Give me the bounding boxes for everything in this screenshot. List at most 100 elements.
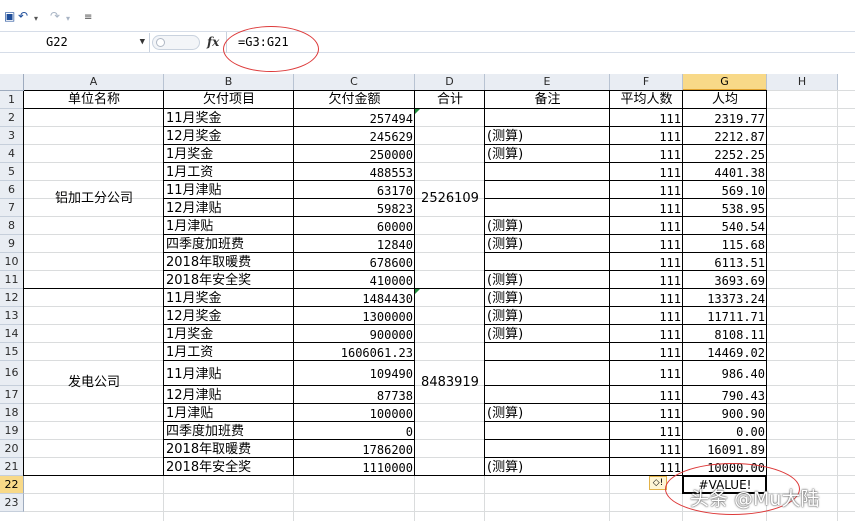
- headcount-cell[interactable]: 111: [610, 163, 683, 181]
- insert-function-icon[interactable]: fx: [207, 33, 219, 52]
- amount-cell[interactable]: 100000: [294, 404, 415, 422]
- column-header-h[interactable]: H: [767, 74, 838, 91]
- note-cell[interactable]: [485, 163, 610, 181]
- header-cell-b[interactable]: 欠付项目: [164, 91, 294, 109]
- row-header-8[interactable]: 8: [0, 217, 24, 235]
- item-cell[interactable]: 1月奖金: [164, 145, 294, 163]
- note-cell[interactable]: (测算): [485, 235, 610, 253]
- item-cell[interactable]: 12月奖金: [164, 127, 294, 145]
- per-capita-cell[interactable]: 538.95: [683, 199, 767, 217]
- column-header-d[interactable]: D: [415, 74, 485, 91]
- headcount-cell[interactable]: 111: [610, 289, 683, 307]
- item-cell[interactable]: 12月津贴: [164, 386, 294, 404]
- row-header-5[interactable]: 5: [0, 163, 24, 181]
- item-cell[interactable]: 11月奖金: [164, 109, 294, 127]
- amount-cell[interactable]: 245629: [294, 127, 415, 145]
- chevron-down-icon[interactable]: ▼: [140, 33, 145, 52]
- per-capita-cell[interactable]: 986.40: [683, 361, 767, 386]
- amount-cell[interactable]: 250000: [294, 145, 415, 163]
- item-cell[interactable]: 12月津贴: [164, 199, 294, 217]
- column-header-c[interactable]: C: [294, 74, 415, 91]
- header-cell-d[interactable]: 合计: [415, 91, 485, 109]
- per-capita-cell[interactable]: 540.54: [683, 217, 767, 235]
- headcount-cell[interactable]: 111: [610, 404, 683, 422]
- column-header-f[interactable]: F: [610, 74, 683, 91]
- headcount-cell[interactable]: 111: [610, 217, 683, 235]
- per-capita-cell[interactable]: 2319.77: [683, 109, 767, 127]
- amount-cell[interactable]: 678600: [294, 253, 415, 271]
- note-cell[interactable]: (测算): [485, 271, 610, 289]
- headcount-cell[interactable]: 111: [610, 386, 683, 404]
- headcount-cell[interactable]: 111: [610, 440, 683, 458]
- headcount-cell[interactable]: 111: [610, 343, 683, 361]
- amount-cell[interactable]: 1484430: [294, 289, 415, 307]
- note-cell[interactable]: [485, 440, 610, 458]
- note-cell[interactable]: [485, 386, 610, 404]
- row-header-10[interactable]: 10: [0, 253, 24, 271]
- note-cell[interactable]: [485, 199, 610, 217]
- note-cell[interactable]: [485, 361, 610, 386]
- per-capita-cell[interactable]: 4401.38: [683, 163, 767, 181]
- customize-menu-icon[interactable]: ≡: [84, 10, 92, 26]
- item-cell[interactable]: 四季度加班费: [164, 235, 294, 253]
- headcount-cell[interactable]: 111: [610, 307, 683, 325]
- headcount-cell[interactable]: 111: [610, 422, 683, 440]
- note-cell[interactable]: [485, 253, 610, 271]
- amount-cell[interactable]: 12840: [294, 235, 415, 253]
- per-capita-cell[interactable]: 8108.11: [683, 325, 767, 343]
- header-cell-g[interactable]: 人均: [683, 91, 767, 109]
- unit-name-cell[interactable]: 发电公司: [24, 289, 164, 476]
- worksheet-grid[interactable]: 单位名称 欠付项目 欠付金额 合计 备注 平均人数 人均 铝加工分公司 2526109 发电公司 8…: [23, 90, 855, 521]
- row-header-12[interactable]: 12: [0, 289, 24, 307]
- row-header-14[interactable]: 14: [0, 325, 24, 343]
- row-header-21[interactable]: 21: [0, 458, 24, 476]
- amount-cell[interactable]: 60000: [294, 217, 415, 235]
- note-cell[interactable]: (测算): [485, 325, 610, 343]
- amount-cell[interactable]: 488553: [294, 163, 415, 181]
- row-header-4[interactable]: 4: [0, 145, 24, 163]
- amount-cell[interactable]: 900000: [294, 325, 415, 343]
- note-cell[interactable]: (测算): [485, 307, 610, 325]
- amount-cell[interactable]: 63170: [294, 181, 415, 199]
- headcount-cell[interactable]: 111: [610, 253, 683, 271]
- amount-cell[interactable]: 1606061.23: [294, 343, 415, 361]
- note-cell[interactable]: [485, 343, 610, 361]
- item-cell[interactable]: 1月奖金: [164, 325, 294, 343]
- note-cell[interactable]: (测算): [485, 217, 610, 235]
- total-cell[interactable]: 2526109: [415, 109, 485, 289]
- row-header-19[interactable]: 19: [0, 422, 24, 440]
- item-cell[interactable]: 2018年取暖费: [164, 253, 294, 271]
- item-cell[interactable]: 2018年安全奖: [164, 458, 294, 476]
- row-header-7[interactable]: 7: [0, 199, 24, 217]
- select-all-button[interactable]: [0, 74, 24, 91]
- headcount-cell[interactable]: 111: [610, 458, 683, 476]
- item-cell[interactable]: 1月津贴: [164, 404, 294, 422]
- row-header-18[interactable]: 18: [0, 404, 24, 422]
- header-cell-a[interactable]: 单位名称: [24, 91, 164, 109]
- note-cell[interactable]: (测算): [485, 127, 610, 145]
- per-capita-cell[interactable]: 13373.24: [683, 289, 767, 307]
- per-capita-cell[interactable]: 2252.25: [683, 145, 767, 163]
- note-cell[interactable]: (测算): [485, 404, 610, 422]
- per-capita-cell[interactable]: 16091.89: [683, 440, 767, 458]
- amount-cell[interactable]: 109490: [294, 361, 415, 386]
- row-header-6[interactable]: 6: [0, 181, 24, 199]
- undo-dropdown-icon[interactable]: ▾: [34, 11, 38, 27]
- header-cell-f[interactable]: 平均人数: [610, 91, 683, 109]
- amount-cell[interactable]: 1110000: [294, 458, 415, 476]
- headcount-cell[interactable]: 111: [610, 145, 683, 163]
- note-cell[interactable]: (测算): [485, 458, 610, 476]
- per-capita-cell[interactable]: 0.00: [683, 422, 767, 440]
- row-header-17[interactable]: 17: [0, 386, 24, 404]
- amount-cell[interactable]: 410000: [294, 271, 415, 289]
- headcount-cell[interactable]: 111: [610, 181, 683, 199]
- headcount-cell[interactable]: 111: [610, 271, 683, 289]
- amount-cell[interactable]: 1786200: [294, 440, 415, 458]
- row-header-13[interactable]: 13: [0, 307, 24, 325]
- per-capita-cell[interactable]: 14469.02: [683, 343, 767, 361]
- amount-cell[interactable]: 257494: [294, 109, 415, 127]
- amount-cell[interactable]: 1300000: [294, 307, 415, 325]
- headcount-cell[interactable]: 111: [610, 127, 683, 145]
- column-header-b[interactable]: B: [164, 74, 294, 91]
- item-cell[interactable]: 1月工资: [164, 343, 294, 361]
